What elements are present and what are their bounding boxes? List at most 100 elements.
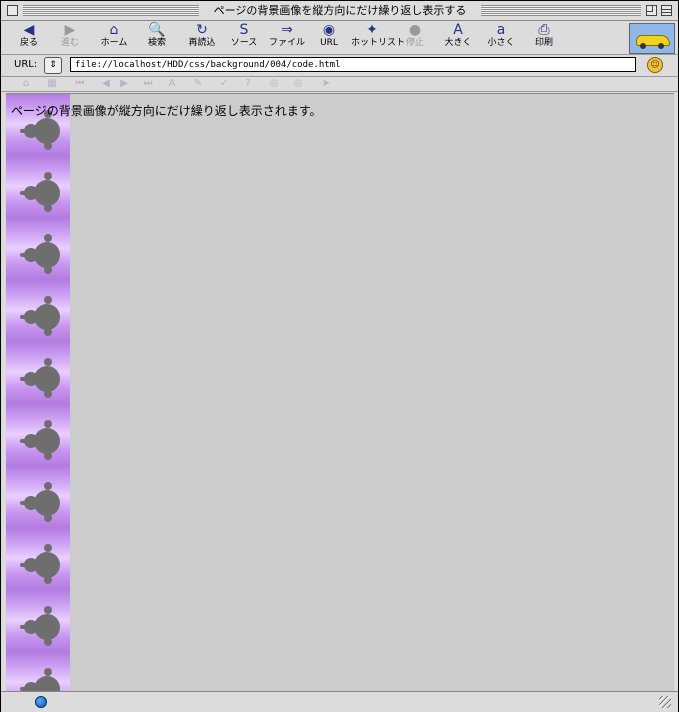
- title-bar-stripes-left: [23, 5, 199, 16]
- toolbar-button-label: 検索: [147, 38, 166, 48]
- fractal-tile: [20, 356, 64, 400]
- stop-button[interactable]: ● 停止: [394, 23, 436, 53]
- toolbar-button-label: 停止: [405, 38, 424, 48]
- toolbar-button-label: ソース: [230, 38, 258, 48]
- fractal-shape: [24, 434, 38, 448]
- fractal-shape: [20, 377, 26, 381]
- fractal-shape: [20, 253, 26, 257]
- nav-prev-icon[interactable]: ◀: [99, 78, 113, 90]
- reload-button[interactable]: ↻ 再読込: [181, 23, 223, 53]
- fractal-tile: [20, 418, 64, 462]
- fractal-tile: [20, 604, 64, 648]
- smaller-text-button[interactable]: a 小さく: [480, 23, 522, 53]
- print-button[interactable]: ⎙ 印刷: [523, 23, 565, 53]
- browser-logo: [629, 23, 675, 54]
- url-label: URL:: [14, 59, 38, 70]
- browser-window: ページの背景画像を縦方向にだけ繰り返し表示する ◀ 戻る ▶ 進む ⌂ ホーム 🔍 検索 ↻ 再読…: [0, 0, 679, 712]
- nav-last-icon[interactable]: ⏭: [141, 78, 155, 90]
- home-button[interactable]: ⌂ ホーム: [93, 23, 135, 53]
- nav-next-icon[interactable]: ▶: [117, 78, 131, 90]
- toolbar-button-label: 印刷: [534, 38, 553, 48]
- fractal-shape: [44, 420, 52, 428]
- url-globe-button[interactable]: ◉ URL: [308, 23, 350, 53]
- url-history-stepper[interactable]: ⇕: [44, 57, 62, 74]
- toolbar-button-label: ホーム: [100, 38, 128, 48]
- nav-check-icon[interactable]: ✓: [217, 78, 231, 90]
- search-button[interactable]: 🔍 検索: [136, 23, 178, 53]
- home-icon: ⌂: [109, 22, 119, 38]
- fractal-shape: [20, 563, 26, 567]
- zoom-box[interactable]: [646, 5, 657, 16]
- toolbar-button-label: 大きく: [444, 38, 472, 48]
- fractal-shape: [20, 191, 26, 195]
- file-icon: ⇒: [281, 22, 293, 38]
- nav-grid-icon[interactable]: ▦: [45, 78, 59, 90]
- search-icon: 🔍: [148, 22, 166, 38]
- nav-home-icon[interactable]: ⌂: [19, 78, 33, 90]
- fractal-shape: [44, 668, 52, 676]
- fractal-shape: [44, 544, 52, 552]
- nav-help-icon[interactable]: ?: [241, 78, 255, 90]
- resize-grip[interactable]: [659, 696, 671, 708]
- fractal-shape: [24, 248, 38, 262]
- fractal-tile: [20, 170, 64, 214]
- hotlist-icon: ✦: [366, 22, 378, 38]
- fractal-shape: [44, 482, 52, 490]
- fractal-shape: [44, 234, 52, 242]
- fractal-shape: [20, 625, 26, 629]
- toolbar-button-label: 再読込: [188, 38, 216, 48]
- background-image-strip: [6, 94, 70, 691]
- fractal-tile: [20, 480, 64, 524]
- nav-globe2-icon[interactable]: ◎: [291, 78, 305, 90]
- file-button[interactable]: ⇒ ファイル: [266, 23, 308, 53]
- url-input[interactable]: file://localhost/HDD/css/background/004/…: [70, 57, 636, 72]
- hotlist-button[interactable]: ✦ ホットリスト: [351, 22, 405, 53]
- toolbar-button-label: ファイル: [268, 38, 305, 48]
- larger-text-button[interactable]: A 大きく: [437, 23, 479, 53]
- page-content: ページの背景画像が縦方向にだけ繰り返し表示されます。: [6, 93, 674, 691]
- toolbar: ◀ 戻る ▶ 進む ⌂ ホーム 🔍 検索 ↻ 再読込 S ソース ⇒ ファイル ◉ URL ✦ ホットリスト ● 停止…: [1, 21, 678, 55]
- nav-globe-icon[interactable]: ◎: [267, 78, 281, 90]
- fractal-shape: [24, 558, 38, 572]
- nav-edit-icon[interactable]: ✎: [191, 78, 205, 90]
- nav-send-icon[interactable]: ➤: [319, 78, 333, 90]
- fractal-shape: [44, 266, 52, 274]
- fractal-tile: [20, 542, 64, 586]
- fractal-shape: [44, 296, 52, 304]
- toolbar-button-label: 進む: [60, 38, 79, 48]
- fractal-shape: [44, 172, 52, 180]
- fractal-shape: [24, 372, 38, 386]
- fractal-shape: [44, 142, 52, 150]
- fractal-shape: [24, 620, 38, 634]
- source-button[interactable]: S ソース: [223, 23, 265, 53]
- toolbar-button-label: 戻る: [19, 38, 38, 48]
- forward-arrow-button[interactable]: ▶ 進む: [49, 23, 91, 53]
- fractal-shape: [24, 682, 38, 691]
- fractal-shape: [44, 452, 52, 460]
- fractal-tile: [20, 294, 64, 338]
- status-smiley-icon[interactable]: ☺: [647, 57, 663, 73]
- window-title: ページの背景画像を縦方向にだけ繰り返し表示する: [213, 4, 467, 17]
- close-box[interactable]: [7, 5, 18, 16]
- fractal-shape: [44, 606, 52, 614]
- title-bar[interactable]: ページの背景画像を縦方向にだけ繰り返し表示する: [1, 1, 678, 21]
- page-text: ページの背景画像が縦方向にだけ繰り返し表示されます。: [11, 104, 322, 118]
- smaller-text-icon: a: [496, 22, 506, 38]
- url-bar: URL: ⇕ file://localhost/HDD/css/backgrou…: [1, 55, 678, 77]
- car-wheel-icon: [658, 43, 664, 49]
- nav-first-icon[interactable]: ⏮: [73, 78, 87, 90]
- fractal-shape: [44, 514, 52, 522]
- nav-font-icon[interactable]: A: [165, 78, 179, 90]
- collapse-box[interactable]: [661, 5, 672, 16]
- fractal-shape: [44, 328, 52, 336]
- toolbar-button-label: 小さく: [487, 38, 515, 48]
- car-wheel-icon: [640, 43, 646, 49]
- fractal-shape: [20, 129, 26, 133]
- fractal-shape: [20, 501, 26, 505]
- back-arrow-button[interactable]: ◀ 戻る: [8, 23, 50, 53]
- reload-icon: ↻: [196, 22, 208, 38]
- fractal-shape: [20, 315, 26, 319]
- toolbar-button-label: URL: [320, 38, 338, 48]
- print-icon: ⎙: [538, 22, 550, 38]
- navigation-bar: ⌂ ▦ ⏮ ◀ ▶ ⏭ A ✎ ✓? ◎ ◎ ➤: [1, 77, 678, 92]
